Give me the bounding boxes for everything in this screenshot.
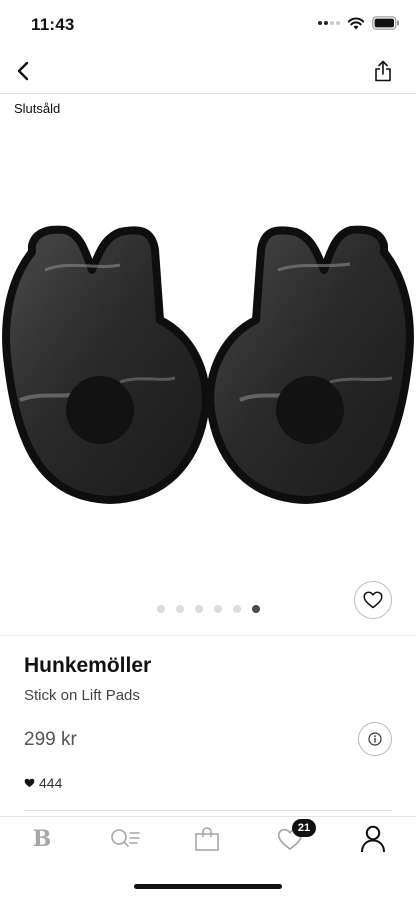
- divider: [24, 810, 392, 811]
- tab-search[interactable]: [105, 823, 145, 855]
- divider: [0, 635, 416, 636]
- info-icon: [368, 732, 382, 746]
- brand-name: Hunkemöller: [24, 654, 152, 677]
- heart-filled-icon: [24, 778, 35, 788]
- status-bar: 11:43: [0, 0, 416, 48]
- sold-out-label: Slutsåld: [14, 101, 61, 116]
- pager-dot[interactable]: [194, 605, 203, 613]
- tab-bag[interactable]: [187, 823, 227, 855]
- favorite-button[interactable]: [354, 581, 392, 619]
- product-price: 299 kr: [24, 729, 77, 750]
- tab-wishlist[interactable]: 21: [270, 819, 316, 855]
- product-photo: [2, 225, 414, 504]
- home-indicator: [134, 884, 282, 889]
- pager-dot[interactable]: [232, 605, 241, 613]
- tab-bar: B 21: [0, 816, 416, 862]
- shopping-bag-icon: [195, 827, 219, 851]
- search-list-icon: [111, 829, 140, 847]
- share-icon: [375, 60, 391, 82]
- back-button[interactable]: [10, 58, 36, 84]
- status-time: 11:43: [31, 15, 75, 34]
- battery-icon: [372, 16, 399, 30]
- signal-icon: [318, 21, 340, 25]
- pager-dot[interactable]: [213, 605, 222, 613]
- pager-dot[interactable]: [156, 605, 165, 613]
- price-info-button[interactable]: [358, 722, 392, 756]
- pager-dot[interactable]: [175, 605, 184, 613]
- likes-count: 444: [24, 775, 62, 791]
- wifi-icon: [347, 17, 365, 29]
- navigation-bar: [0, 48, 416, 94]
- likes-value: 444: [39, 775, 63, 791]
- right-pad: [206, 225, 414, 504]
- share-button[interactable]: [372, 58, 394, 84]
- heart-outline-icon: [363, 591, 383, 609]
- chevron-left-icon: [17, 61, 29, 81]
- pager-dot-active[interactable]: [251, 605, 260, 613]
- image-pager[interactable]: [0, 605, 416, 613]
- brand-logo-icon: B: [32, 826, 52, 852]
- product-name: Stick on Lift Pads: [24, 687, 140, 704]
- left-pad: [2, 225, 210, 504]
- profile-icon: [361, 825, 385, 853]
- tab-home[interactable]: B: [22, 823, 62, 855]
- tab-profile[interactable]: [353, 823, 393, 855]
- wishlist-badge: 21: [292, 819, 316, 837]
- status-icons: [318, 16, 400, 30]
- product-image[interactable]: [0, 120, 416, 590]
